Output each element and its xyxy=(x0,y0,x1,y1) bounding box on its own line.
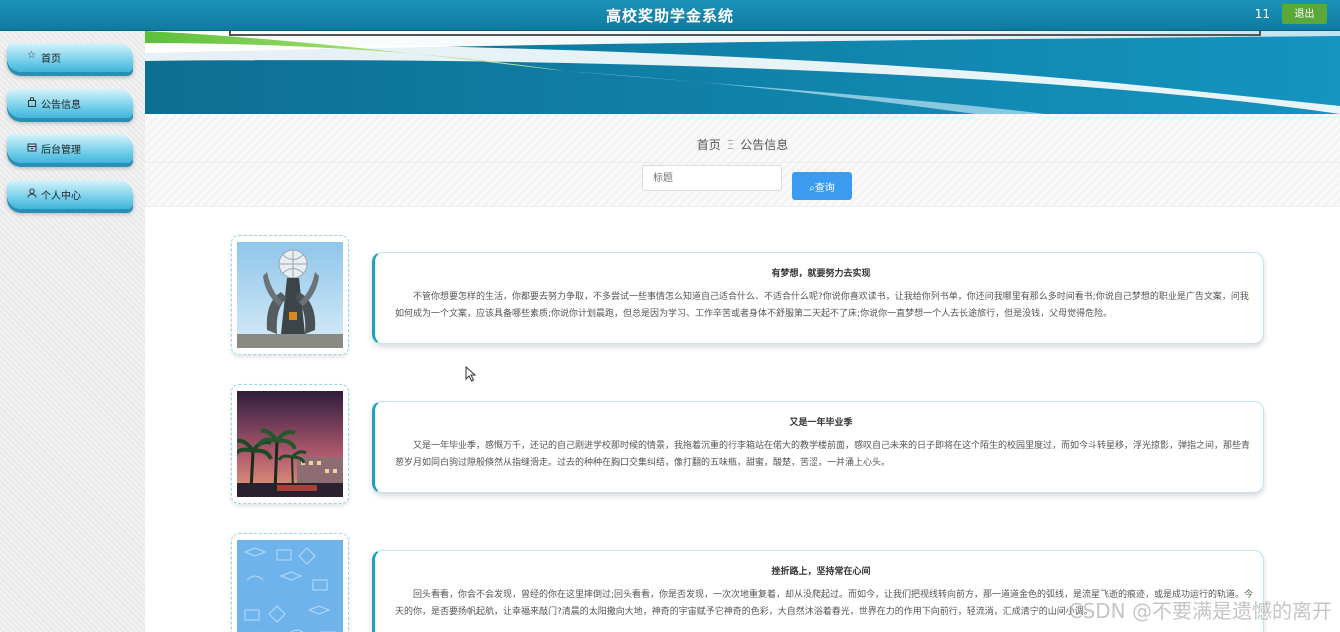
news-summary: 不管你想要怎样的生活，你都要去努力争取，不多尝试一些事情怎么知道自己适合什么、不… xyxy=(395,292,1249,319)
breadcrumb-current: 公告信息 xyxy=(740,138,789,152)
news-thumbnail xyxy=(237,540,343,632)
box-icon xyxy=(27,142,37,152)
title-search-input[interactable] xyxy=(642,165,782,191)
news-thumbnail xyxy=(237,391,343,497)
sidebar-item-profile[interactable]: 个人中心 xyxy=(7,180,133,209)
news-thumbnail-frame xyxy=(231,384,349,504)
sidebar-item-label: 首页 xyxy=(41,54,61,65)
list-item[interactable]: 又是一年毕业季 又是一年毕业季，感慨万千，还记的自己刚进学校那时候的情景，我拖着… xyxy=(145,356,1340,504)
divider xyxy=(145,162,1340,163)
top-header: 高校奖助学金系统 11 退出 xyxy=(0,0,1340,31)
star-icon: ☆ xyxy=(27,50,36,61)
news-title[interactable]: 又是一年毕业季 xyxy=(375,415,1267,428)
sidebar-item-label: 个人中心 xyxy=(41,191,81,202)
news-title[interactable]: 有梦想，就要努力去实现 xyxy=(375,266,1267,279)
logout-button[interactable]: 退出 xyxy=(1282,4,1327,24)
sidebar-item-announcements[interactable]: 公告信息 xyxy=(7,89,133,118)
watermark: CSDN @不要满是遗憾的离开 xyxy=(1068,599,1332,623)
list-item[interactable]: 有梦想，就要努力去实现 不管你想要怎样的生活，你都要去努力争取，不多尝试一些事情… xyxy=(145,207,1340,355)
sidebar-item-label: 公告信息 xyxy=(41,100,81,111)
news-summary: 又是一年毕业季，感慨万千，还记的自己刚进学校那时候的情景，我拖着沉重的行李箱站在… xyxy=(395,441,1251,468)
news-thumbnail xyxy=(237,242,343,348)
breadcrumb-separator: Ξ xyxy=(726,138,735,152)
bag-icon xyxy=(27,97,37,107)
sidebar: ☆ 首页 公告信息 后台管理 个人中心 xyxy=(0,31,145,632)
banner-image xyxy=(145,31,1340,114)
sidebar-item-home[interactable]: ☆ 首页 xyxy=(7,43,133,72)
sidebar-item-label: 后台管理 xyxy=(41,145,81,156)
breadcrumb-area: 首页 Ξ 公告信息 ⌕查询 xyxy=(145,114,1340,207)
search-button-label: 查询 xyxy=(814,182,835,194)
app-title: 高校奖助学金系统 xyxy=(605,7,734,25)
news-card[interactable]: 又是一年毕业季 又是一年毕业季，感慨万千，还记的自己刚进学校那时候的情景，我拖着… xyxy=(372,401,1264,493)
sidebar-item-admin[interactable]: 后台管理 xyxy=(7,134,133,163)
news-card[interactable]: 有梦想，就要努力去实现 不管你想要怎样的生活，你都要去努力争取，不多尝试一些事情… xyxy=(372,252,1264,344)
news-title[interactable]: 挫折路上，坚持常在心间 xyxy=(375,564,1267,577)
news-thumbnail-frame xyxy=(231,235,349,355)
user-icon xyxy=(27,188,37,198)
mouse-cursor-icon xyxy=(465,365,477,385)
breadcrumb-home[interactable]: 首页 xyxy=(697,138,721,152)
news-thumbnail-frame xyxy=(231,533,349,632)
breadcrumb: 首页 Ξ 公告信息 xyxy=(145,136,1340,153)
username: 11 xyxy=(1254,7,1270,21)
news-list: 有梦想，就要努力去实现 不管你想要怎样的生活，你都要去努力争取，不多尝试一些事情… xyxy=(145,207,1340,632)
search-button[interactable]: ⌕查询 xyxy=(792,172,852,200)
